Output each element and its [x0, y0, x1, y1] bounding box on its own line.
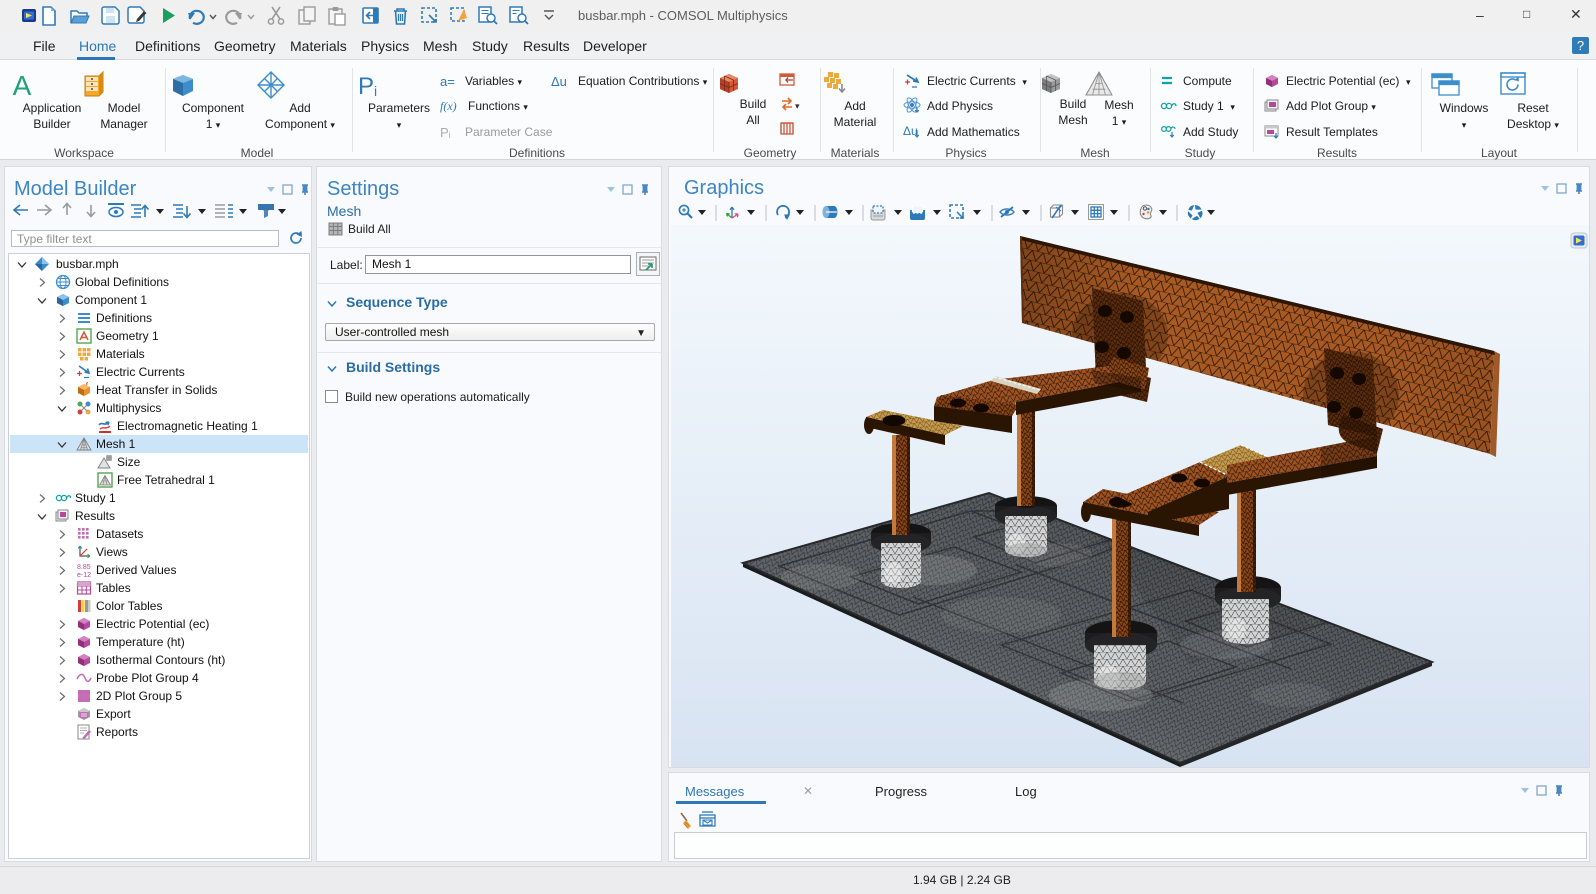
- svg-text:i: i: [374, 83, 377, 99]
- svg-text:A: A: [13, 70, 32, 100]
- svg-text:a=: a=: [440, 74, 455, 88]
- svg-text:▾: ▾: [795, 101, 800, 111]
- svg-text:P: P: [358, 73, 374, 100]
- svg-text:Δu: Δu: [551, 74, 567, 88]
- svg-text:f(x): f(x): [440, 99, 457, 113]
- svg-text:Pᵢ: Pᵢ: [440, 125, 451, 139]
